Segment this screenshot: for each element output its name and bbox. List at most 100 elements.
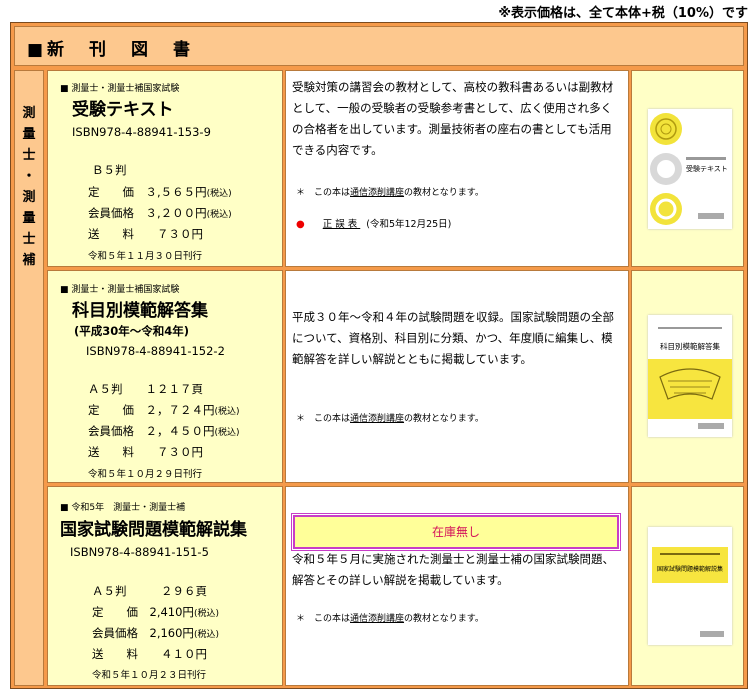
note-prefix: ＊ この本は	[296, 188, 351, 198]
book-description-2: 平成３０年〜令和４年の試験問題を収録。国家試験問題の全部について、資格別、科目別…	[285, 270, 629, 483]
book-category-text: 令和5年 測量士・測量士補	[71, 503, 186, 513]
tax-note: ※表示価格は、全て本体+税（10%）です	[498, 6, 748, 21]
tax-tag: (税込)	[193, 630, 219, 640]
book-cover-cell-1: 受験テキスト	[631, 70, 744, 267]
book-date: 令和５年１０月２３日刊行	[92, 670, 207, 681]
price-label: 定 価	[88, 185, 134, 199]
category-label: 測 量 士 ・ 測 量 士 補	[15, 103, 43, 271]
book-cover-image[interactable]: 国家試験問題模範解説集	[648, 527, 732, 645]
book-category-text: 測量士・測量士補国家試験	[71, 285, 180, 295]
book-isbn: ISBN978-4-88941-152-2	[86, 344, 225, 358]
format-value: Ａ５判	[88, 382, 123, 396]
new-books-table: ■新 刊 図 書 測 量 士 ・ 測 量 士 補 ■ 測量士・測量士補国家試験 …	[10, 22, 748, 689]
note-suffix: の教材となります。	[404, 188, 484, 198]
cover-art: 科目別模範解答集	[648, 315, 732, 437]
book-category: ■ 測量士・測量士補国家試験	[60, 285, 180, 295]
out-of-stock-badge: 在庫無し	[291, 513, 621, 551]
book-member-price: 会員価格 ３,２００円(税込)	[88, 205, 232, 221]
price-value: ２，７２４円	[145, 403, 215, 417]
note-suffix: の教材となります。	[404, 414, 484, 424]
member-price-value: 2,160円	[149, 626, 194, 640]
book-shipping: 送 料 ４１０円	[92, 646, 207, 662]
category-column: 測 量 士 ・ 測 量 士 補	[14, 70, 44, 686]
book-price: 定 価 ２，７２４円(税込)	[88, 402, 240, 418]
format-value: Ａ５判	[92, 584, 127, 598]
price-value: 2,410円	[149, 605, 194, 619]
book-category: ■ 令和5年 測量士・測量士補	[60, 503, 186, 513]
errata-link[interactable]: 正誤表	[323, 219, 361, 230]
description-text: 令和５年５月に実施された測量士と測量士補の国家試験問題、解答とその詳しい解説を掲…	[292, 552, 614, 587]
section-title: ■新 刊 図 書	[27, 40, 195, 60]
price-label: 定 価	[88, 403, 134, 417]
book-date: 令和５年１１月３０日刊行	[88, 251, 203, 262]
errata-date: (令和5年12月25日)	[366, 219, 452, 230]
course-note: ＊ この本は通信添削講座の教材となります。	[296, 611, 484, 624]
member-label: 会員価格	[88, 424, 134, 438]
book-cover-cell-3: 国家試験問題模範解説集	[631, 486, 744, 686]
member-price-value: ３,２００円	[145, 206, 207, 220]
section-header: ■新 刊 図 書	[14, 26, 744, 66]
category-char: 量	[22, 127, 36, 142]
book-info-2: ■ 測量士・測量士補国家試験 科目別模範解答集 (平成30年〜令和4年) ISB…	[47, 270, 283, 483]
book-title: 国家試験問題模範解説集	[60, 520, 247, 540]
book-shipping: 送 料 ７３０円	[88, 226, 203, 242]
category-char: 量	[22, 211, 36, 226]
correspondence-course-link[interactable]: 通信添削講座	[350, 614, 404, 624]
member-label: 会員価格	[88, 206, 134, 220]
member-label: 会員価格	[92, 626, 138, 640]
book-shipping: 送 料 ７３０円	[88, 444, 203, 460]
course-note: ＊ この本は通信添削講座の教材となります。	[296, 185, 484, 198]
book-info-1: ■ 測量士・測量士補国家試験 受験テキスト ISBN978-4-88941-15…	[47, 70, 283, 267]
book-description-3: 在庫無し 令和５年５月に実施された測量士と測量士補の国家試験問題、解答とその詳し…	[285, 486, 629, 686]
book-price: 定 価 2,410円(税込)	[92, 604, 219, 620]
book-subtitle: (平成30年〜令和4年)	[74, 324, 190, 338]
cover-title: 科目別模範解答集	[660, 341, 720, 351]
book-date: 令和５年１０月２９日刊行	[88, 469, 203, 480]
category-char: 測	[22, 106, 36, 121]
cover-art: 国家試験問題模範解説集	[648, 527, 732, 645]
category-char: ・	[22, 169, 36, 184]
book-cover-cell-2: 科目別模範解答集	[631, 270, 744, 483]
book-price: 定 価 ３,５６５円(税込)	[88, 184, 232, 200]
note-prefix: ＊ この本は	[296, 414, 351, 424]
correspondence-course-link[interactable]: 通信添削講座	[350, 188, 404, 198]
book-category: ■ 測量士・測量士補国家試験	[60, 84, 180, 94]
red-dot-icon: ●	[296, 219, 305, 230]
tax-tag: (税込)	[206, 210, 232, 220]
category-char: 士	[22, 232, 36, 247]
tax-tag: (税込)	[206, 189, 232, 199]
book-cover-image[interactable]: 科目別模範解答集	[648, 315, 732, 437]
shipping-value: ４１０円	[161, 647, 207, 661]
cover-art: 受験テキスト	[648, 109, 732, 229]
tax-tag: (税込)	[214, 428, 240, 438]
note-suffix: の教材となります。	[404, 614, 484, 624]
description-text: 平成３０年〜令和４年の試験問題を収録。国家試験問題の全部について、資格別、科目別…	[292, 310, 614, 366]
book-category-text: 測量士・測量士補国家試験	[71, 84, 180, 94]
cover-title: 受験テキスト	[686, 164, 728, 173]
book-member-price: 会員価格 2,160円(税込)	[92, 625, 219, 641]
pages-value: １２１７頁	[145, 382, 204, 396]
pages-value: ２９６頁	[161, 584, 207, 598]
member-price-value: ２，４５０円	[145, 424, 215, 438]
shipping-value: ７３０円	[157, 227, 203, 241]
price-label: 定 価	[92, 605, 138, 619]
book-format: Ａ５判 ２９６頁	[92, 583, 207, 599]
course-note: ＊ この本は通信添削講座の教材となります。	[296, 411, 484, 424]
errata-line: ● 正誤表 (令和5年12月25日)	[296, 216, 451, 230]
book-title: 受験テキスト	[72, 100, 174, 120]
book-isbn: ISBN978-4-88941-151-5	[70, 545, 209, 559]
book-isbn: ISBN978-4-88941-153-9	[72, 125, 211, 139]
book-cover-image[interactable]: 受験テキスト	[648, 109, 732, 229]
category-char: 補	[22, 253, 36, 268]
price-value: ３,５６５円	[145, 185, 207, 199]
description-text: 受験対策の講習会の教材として、高校の教科書あるいは副教材として、一般の受験者の受…	[292, 80, 614, 157]
tax-tag: (税込)	[193, 609, 219, 619]
correspondence-course-link[interactable]: 通信添削講座	[350, 414, 404, 424]
book-description-1: 受験対策の講習会の教材として、高校の教科書あるいは副教材として、一般の受験者の受…	[285, 70, 629, 267]
book-format: Ａ５判 １２１７頁	[88, 381, 203, 397]
book-format: Ｂ５判	[92, 163, 127, 177]
book-title: 科目別模範解答集	[72, 301, 208, 321]
book-member-price: 会員価格 ２，４５０円(税込)	[88, 423, 240, 439]
category-char: 測	[22, 190, 36, 205]
shipping-label: 送 料	[88, 445, 134, 459]
